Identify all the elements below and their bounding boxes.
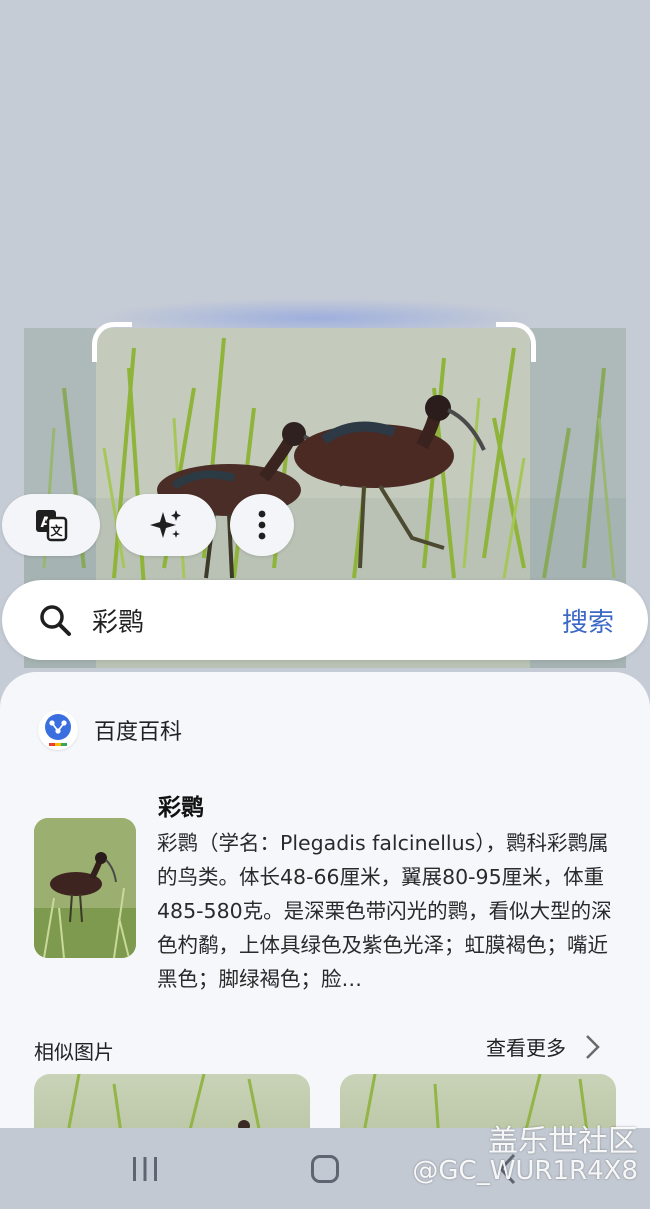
watermark-brand: 盖乐世社区 bbox=[488, 1124, 638, 1159]
similar-images-label: 相似图片 bbox=[34, 1040, 114, 1064]
similar-image-1[interactable] bbox=[34, 1074, 310, 1132]
search-button[interactable]: 搜索 bbox=[562, 602, 614, 639]
translate-icon: A 文 bbox=[36, 510, 68, 542]
similar-image-1-photo bbox=[66, 1074, 262, 1132]
search-query[interactable]: 彩鹮 bbox=[92, 602, 562, 639]
recents-icon[interactable] bbox=[130, 1156, 160, 1182]
home-icon[interactable] bbox=[311, 1155, 339, 1183]
baidu-baike-logo bbox=[38, 710, 78, 750]
sparkle-icon bbox=[150, 510, 181, 538]
search-bar[interactable]: 彩鹮 搜索 bbox=[2, 580, 648, 660]
baike-icon bbox=[45, 714, 71, 746]
result-thumbnail[interactable] bbox=[34, 818, 136, 958]
crop-handle-top-left[interactable] bbox=[92, 322, 132, 362]
bird-thumbnail bbox=[34, 818, 136, 958]
watermark-handle: @GC_WUR1R4X8 bbox=[412, 1156, 638, 1186]
chevron-right-icon bbox=[586, 1034, 600, 1059]
see-more-link[interactable]: 查看更多 bbox=[486, 1032, 602, 1061]
more-options-button[interactable] bbox=[230, 494, 294, 556]
ai-assist-button[interactable] bbox=[116, 494, 216, 556]
source-name: 百度百科 bbox=[94, 720, 183, 745]
more-vert-icon bbox=[258, 510, 266, 540]
search-icon bbox=[40, 605, 71, 636]
crop-handle-top-right[interactable] bbox=[496, 322, 536, 362]
results-sheet: 百度百科 彩鹮 彩鹮（学名：Plegadis falcinellus），鹮科彩鹮… bbox=[0, 672, 650, 1132]
see-more-label: 查看更多 bbox=[486, 1036, 566, 1060]
translate-button[interactable]: A 文 bbox=[2, 494, 100, 556]
result-title[interactable]: 彩鹮 bbox=[158, 788, 204, 822]
result-source[interactable]: 百度百科 bbox=[38, 710, 182, 750]
svg-text:文: 文 bbox=[51, 523, 64, 538]
result-description: 彩鹮（学名：Plegadis falcinellus），鹮科彩鹮属的鸟类。体长4… bbox=[157, 831, 612, 991]
